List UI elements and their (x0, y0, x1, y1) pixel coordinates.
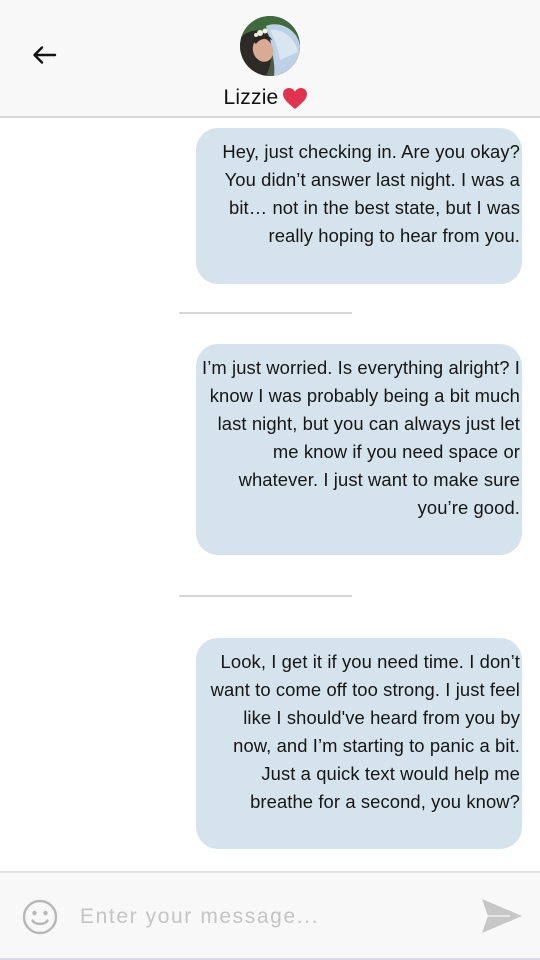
contact-name: Lizzie (223, 86, 279, 109)
smiley-icon (22, 899, 58, 935)
message-text: Hey, just checking in. Are you okay? You… (222, 141, 520, 246)
arrow-left-icon (33, 46, 57, 64)
message-divider (179, 312, 352, 314)
message-list[interactable]: Hey, just checking in. Are you okay? You… (0, 118, 540, 870)
avatar[interactable] (240, 16, 300, 76)
avatar-photo (240, 16, 300, 76)
message-bubble-outgoing[interactable]: Look, I get it if you need time. I don’t… (196, 638, 522, 849)
send-button[interactable] (480, 896, 524, 936)
heart-icon (283, 87, 308, 109)
back-button[interactable] (26, 38, 62, 72)
contact-name-row: Lizzie (0, 86, 532, 110)
message-bubble-outgoing[interactable]: Hey, just checking in. Are you okay? You… (196, 128, 522, 284)
message-divider (179, 595, 352, 597)
chat-header: Lizzie (0, 0, 540, 118)
message-composer (0, 871, 540, 960)
emoji-button[interactable] (22, 899, 58, 935)
message-text: I’m just worried. Is everything alright?… (202, 357, 520, 518)
send-icon (482, 899, 522, 933)
message-bubble-outgoing[interactable]: I’m just worried. Is everything alright?… (196, 344, 522, 555)
message-text: Look, I get it if you need time. I don’t… (210, 651, 520, 812)
chat-screen: Lizzie Hey, just checking in. Are you ok… (0, 0, 540, 960)
message-input[interactable] (80, 897, 460, 937)
